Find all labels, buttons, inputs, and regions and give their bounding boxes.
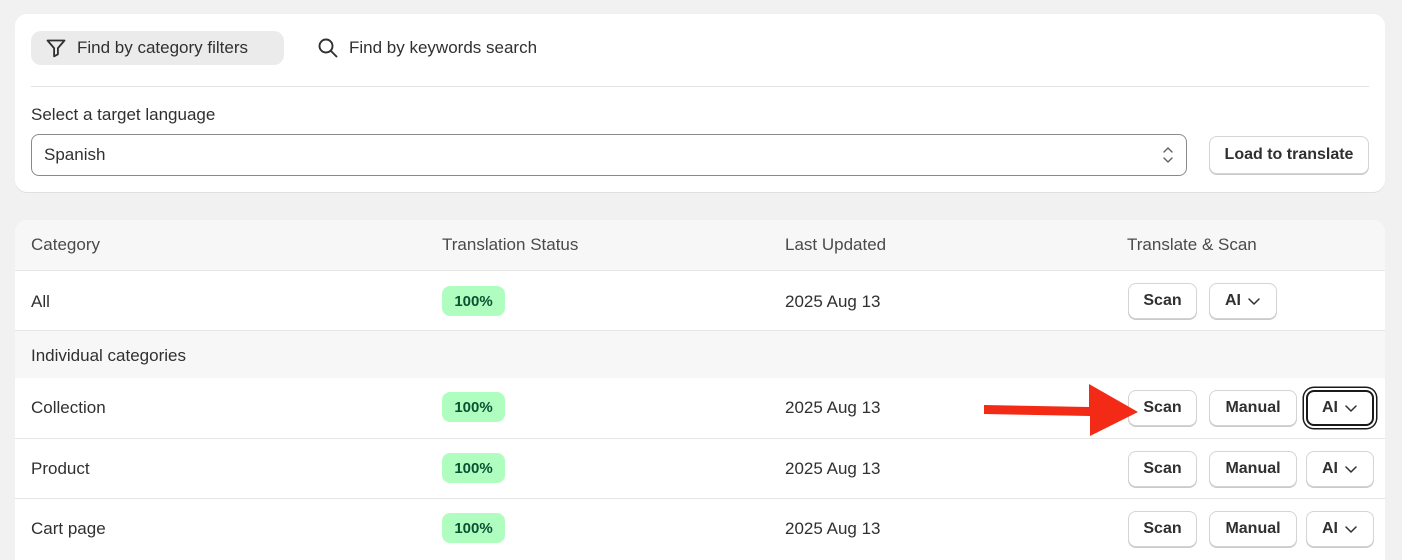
target-language-label: Select a target language	[31, 105, 216, 124]
chevron-down-icon	[1344, 522, 1358, 536]
filter-icon	[45, 37, 67, 59]
scan-button[interactable]: Scan	[1128, 451, 1197, 487]
manual-button[interactable]: Manual	[1209, 451, 1297, 487]
ai-dropdown-button[interactable]: AI	[1306, 511, 1374, 547]
table-row-all: All 100% 2025 Aug 13 Scan AI	[15, 270, 1385, 331]
row-last-updated: 2025 Aug 13	[785, 292, 881, 311]
scan-button[interactable]: Scan	[1128, 283, 1197, 319]
target-language-value: Spanish	[44, 145, 106, 164]
load-to-translate-button[interactable]: Load to translate	[1209, 136, 1369, 174]
ai-button-label: AI	[1322, 399, 1338, 416]
chevron-down-icon	[1247, 294, 1261, 308]
header-translate-scan: Translate & Scan	[1127, 235, 1257, 254]
tab-category-filters[interactable]: Find by category filters	[31, 31, 284, 65]
ai-dropdown-button[interactable]: AI	[1306, 451, 1374, 487]
group-header: Individual categories	[15, 330, 1385, 379]
divider	[31, 86, 1369, 87]
tab-keyword-search-label: Find by keywords search	[349, 38, 538, 57]
ai-button-label: AI	[1322, 460, 1338, 477]
group-label: Individual categories	[31, 346, 186, 365]
header-translation-status: Translation Status	[442, 235, 579, 254]
manual-button[interactable]: Manual	[1209, 390, 1297, 426]
tab-keyword-search[interactable]: Find by keywords search	[303, 31, 563, 65]
tab-category-filters-label: Find by category filters	[77, 38, 249, 57]
header-last-updated: Last Updated	[785, 235, 887, 254]
scan-button[interactable]: Scan	[1128, 511, 1197, 547]
filter-card: Find by category filters Find by keyword…	[15, 14, 1385, 192]
row-last-updated: 2025 Aug 13	[785, 519, 881, 538]
header-category: Category	[31, 235, 100, 254]
row-category: Collection	[31, 398, 106, 417]
annotation-arrow-icon	[984, 384, 1144, 436]
manual-button[interactable]: Manual	[1209, 511, 1297, 547]
row-category: Product	[31, 459, 90, 478]
target-language-select[interactable]: Spanish	[31, 134, 1187, 176]
status-badge: 100%	[442, 513, 505, 543]
ai-button-label: AI	[1225, 292, 1241, 309]
table-row: Collection 100% 2025 Aug 13 Scan Manual …	[15, 378, 1385, 438]
ai-dropdown-button[interactable]: AI	[1306, 390, 1374, 426]
chevron-down-icon	[1344, 462, 1358, 476]
table-row: Cart page 100% 2025 Aug 13 Scan Manual A…	[15, 498, 1385, 560]
status-badge: 100%	[442, 392, 505, 422]
row-category: Cart page	[31, 519, 106, 538]
select-chevron-icon	[1162, 143, 1174, 167]
status-badge: 100%	[442, 286, 505, 316]
row-last-updated: 2025 Aug 13	[785, 459, 881, 478]
table-row: Product 100% 2025 Aug 13 Scan Manual AI	[15, 438, 1385, 499]
category-table: Category Translation Status Last Updated…	[15, 220, 1385, 560]
ai-button-label: AI	[1322, 520, 1338, 537]
status-badge: 100%	[442, 453, 505, 483]
row-category: All	[31, 292, 50, 311]
ai-dropdown-button[interactable]: AI	[1209, 283, 1277, 319]
search-icon	[317, 37, 339, 59]
chevron-down-icon	[1344, 401, 1358, 415]
table-header: Category Translation Status Last Updated…	[15, 220, 1385, 270]
row-last-updated: 2025 Aug 13	[785, 398, 881, 417]
